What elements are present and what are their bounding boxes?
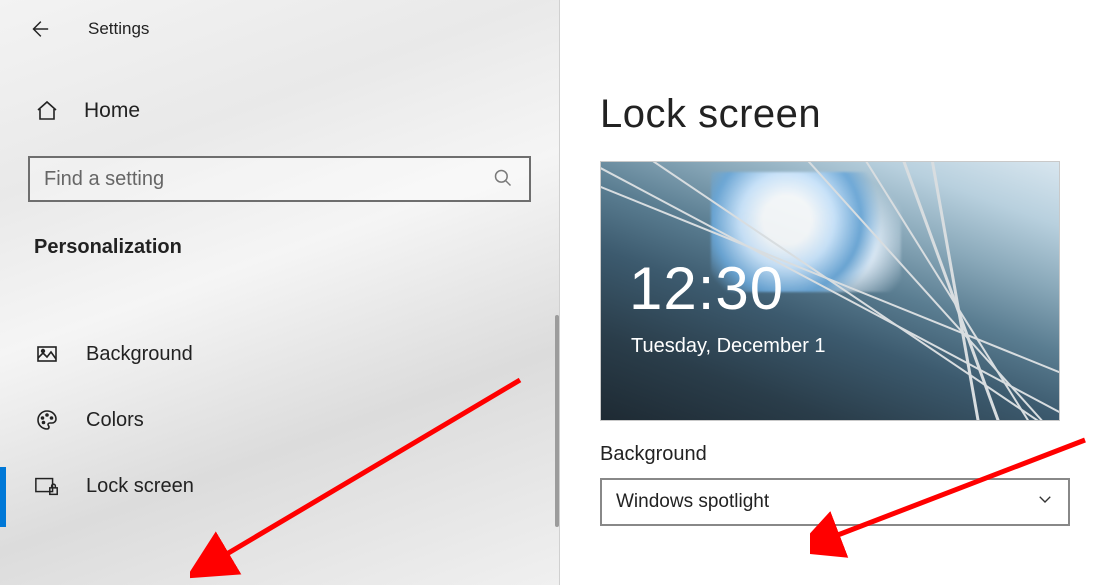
sidebar-item-colors[interactable]: Colors	[0, 387, 559, 453]
sidebar-item-background[interactable]: Background	[0, 321, 559, 387]
search-icon	[493, 168, 515, 190]
search-input[interactable]	[44, 168, 493, 191]
sidebar-scroll-indicator[interactable]	[555, 315, 559, 527]
sidebar-header: Settings	[0, 0, 559, 58]
preview-time: 12:30	[629, 254, 784, 323]
sidebar-item-lock-screen[interactable]: Lock screen	[0, 453, 559, 519]
active-indicator	[0, 467, 6, 527]
background-field-label: Background	[600, 443, 1100, 466]
preview-date: Tuesday, December 1	[631, 335, 826, 358]
main-pane: Lock screen 12:30 Tuesday, December 1 Ba…	[600, 0, 1100, 585]
settings-sidebar: Settings Home Personalization Background	[0, 0, 560, 585]
sidebar-item-label: Lock screen	[86, 475, 194, 498]
home-icon	[34, 98, 60, 124]
lockscreen-preview: 12:30 Tuesday, December 1	[600, 161, 1060, 421]
dropdown-value: Windows spotlight	[616, 491, 769, 513]
picture-icon	[34, 341, 60, 367]
lock-screen-icon	[34, 473, 60, 499]
background-dropdown[interactable]: Windows spotlight	[600, 478, 1070, 526]
app-title: Settings	[88, 19, 149, 39]
palette-icon	[34, 407, 60, 433]
search-box[interactable]	[28, 156, 531, 202]
sidebar-item-label: Colors	[86, 409, 144, 432]
section-heading: Personalization	[34, 236, 559, 259]
home-label: Home	[84, 99, 140, 123]
chevron-down-icon	[1036, 490, 1054, 514]
sidebar-home[interactable]: Home	[0, 58, 559, 124]
page-title: Lock screen	[600, 92, 1100, 137]
sidebar-item-label: Background	[86, 343, 193, 366]
back-arrow-icon[interactable]	[26, 16, 52, 42]
sidebar-nav: Background Colors Lock screen	[0, 321, 559, 519]
